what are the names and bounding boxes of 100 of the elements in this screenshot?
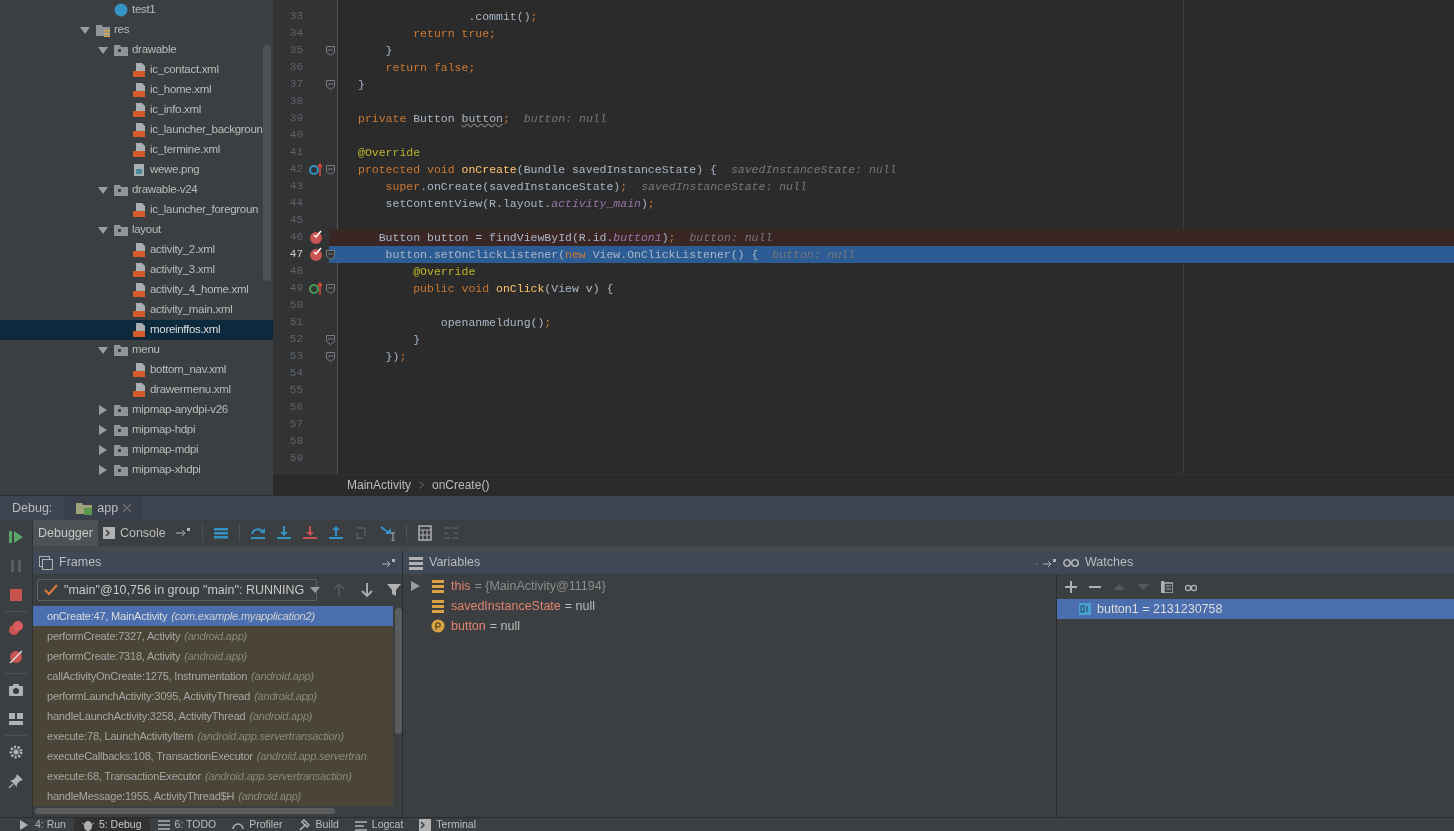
step-out-icon[interactable] bbox=[327, 525, 344, 541]
variable-entry[interactable]: savedInstanceState = null bbox=[451, 596, 596, 616]
fold-marker-icon[interactable] bbox=[326, 351, 335, 362]
tree-item[interactable]: ic_contact.xml bbox=[0, 60, 273, 80]
tree-item[interactable]: mipmap-anydpi-v26 bbox=[0, 400, 273, 420]
tree-item[interactable]: activity_main.xml bbox=[0, 300, 273, 320]
frame-row[interactable]: handleMessage:1955, ActivityThread$H (android.app) bbox=[33, 786, 393, 806]
tree-item[interactable]: activity_3.xml bbox=[0, 260, 273, 280]
calculator-icon[interactable] bbox=[416, 525, 433, 541]
pin-tab-icon[interactable] bbox=[1043, 557, 1057, 568]
tree-item[interactable]: wewe.png bbox=[0, 160, 273, 180]
fold-marker-icon[interactable] bbox=[326, 334, 335, 345]
variable-entry[interactable]: button = null bbox=[451, 616, 520, 636]
collapse-arrow-icon[interactable] bbox=[98, 45, 108, 55]
step-into-icon[interactable] bbox=[275, 525, 292, 541]
tool-window-tab[interactable]: Terminal bbox=[411, 818, 485, 831]
pin-icon[interactable] bbox=[8, 773, 24, 789]
frames-menu-icon[interactable] bbox=[212, 525, 229, 541]
tree-item[interactable]: drawable-v24 bbox=[0, 180, 273, 200]
expand-arrow-icon[interactable] bbox=[98, 405, 108, 415]
frame-row[interactable]: execute:68, TransactionExecutor (android.app.servertransaction) bbox=[33, 766, 393, 786]
tree-item[interactable]: layout bbox=[0, 220, 273, 240]
filter-icon[interactable] bbox=[387, 583, 401, 597]
mute-breakpoints-icon[interactable] bbox=[8, 649, 24, 665]
tree-item[interactable]: bottom_nav.xml bbox=[0, 360, 273, 380]
tree-item[interactable]: ic_termine.xml bbox=[0, 140, 273, 160]
camera-icon[interactable] bbox=[8, 682, 24, 698]
frame-row[interactable]: callActivityOnCreate:1275, Instrumentation (android.app) bbox=[33, 666, 393, 686]
frame-row[interactable]: performCreate:7318, Activity (android.app) bbox=[33, 646, 393, 666]
watch-row[interactable]: button1 = 2131230758 bbox=[1057, 599, 1454, 619]
close-icon[interactable] bbox=[123, 504, 132, 512]
view-breakpoints-icon[interactable] bbox=[8, 620, 24, 636]
tree-item[interactable]: drawermenu.xml bbox=[0, 380, 273, 400]
collapse-arrow-icon[interactable] bbox=[98, 345, 108, 355]
stop-icon[interactable] bbox=[8, 587, 24, 603]
scrollbar-thumb[interactable] bbox=[395, 608, 402, 734]
expand-arrow-icon[interactable] bbox=[98, 425, 108, 435]
frame-row[interactable]: execute:78, LaunchActivityItem (android.app.servertransaction) bbox=[33, 726, 393, 746]
tool-window-tab[interactable]: Logcat bbox=[346, 818, 412, 831]
fold-marker-icon[interactable] bbox=[326, 249, 335, 260]
tool-window-tab[interactable]: Build bbox=[290, 818, 347, 831]
breakpoint-icon[interactable] bbox=[309, 247, 323, 262]
frame-row[interactable]: executeCallbacks:108, TransactionExecutor (android.app.servertran bbox=[33, 746, 393, 766]
fold-marker-icon[interactable] bbox=[326, 164, 335, 175]
overrides-method-icon[interactable] bbox=[309, 162, 323, 177]
add-icon[interactable] bbox=[1065, 580, 1077, 593]
frame-row[interactable]: performCreate:7327, Activity (android.app) bbox=[33, 626, 393, 646]
tree-item[interactable]: mipmap-mdpi bbox=[0, 440, 273, 460]
arrow-down-icon[interactable] bbox=[361, 583, 373, 597]
fold-marker-icon[interactable] bbox=[326, 79, 335, 90]
code-line: Button button = findViewById(R.id.button1); bbox=[377, 229, 676, 246]
step-over-icon[interactable] bbox=[249, 525, 266, 541]
code-line: @Override bbox=[412, 263, 476, 280]
breakpoint-icon[interactable] bbox=[309, 230, 323, 245]
tree-item[interactable]: ic_home.xml bbox=[0, 80, 273, 100]
scrollbar-thumb[interactable] bbox=[35, 808, 335, 814]
tree-item[interactable]: drawable bbox=[0, 40, 273, 60]
expand-arrow-icon[interactable] bbox=[98, 445, 108, 455]
code-line: super.onCreate(savedInstanceState); bbox=[384, 178, 628, 195]
tree-item[interactable]: res bbox=[0, 20, 273, 40]
session-tab[interactable]: app bbox=[64, 496, 144, 520]
breadcrumb[interactable]: MainActivity bbox=[347, 475, 411, 494]
run-to-cursor-icon[interactable] bbox=[379, 525, 396, 541]
expand-arrow-icon[interactable] bbox=[411, 581, 420, 591]
force-step-into-icon[interactable] bbox=[301, 525, 318, 541]
tree-item[interactable]: activity_4_home.xml bbox=[0, 280, 273, 300]
tool-window-tab[interactable]: 6: TODO bbox=[149, 818, 225, 831]
fold-marker-icon[interactable] bbox=[326, 283, 335, 294]
tree-item[interactable]: ic_launcher_backgroun bbox=[0, 120, 273, 140]
expand-arrow-icon[interactable] bbox=[98, 465, 108, 475]
collapse-arrow-icon[interactable] bbox=[98, 225, 108, 235]
settings-icon[interactable] bbox=[8, 744, 24, 760]
tree-item[interactable]: mipmap-xhdpi bbox=[0, 460, 273, 480]
implements-method-icon[interactable] bbox=[309, 281, 323, 296]
tool-window-tab[interactable]: 5: Debug bbox=[73, 818, 150, 831]
folder-icon bbox=[114, 423, 128, 437]
pin-tab-icon[interactable] bbox=[382, 557, 396, 568]
breadcrumb[interactable]: onCreate() bbox=[432, 475, 490, 494]
fold-marker-icon[interactable] bbox=[326, 45, 335, 56]
collapse-arrow-icon[interactable] bbox=[80, 25, 90, 35]
tree-item[interactable]: test1 bbox=[0, 0, 273, 20]
collapse-arrow-icon[interactable] bbox=[98, 185, 108, 195]
frame-row[interactable]: performLaunchActivity:3095, ActivityThread (android.app) bbox=[33, 686, 393, 706]
tree-item[interactable]: menu bbox=[0, 340, 273, 360]
variable-entry[interactable]: this = {MainActivity@11194} bbox=[451, 576, 606, 596]
frame-row[interactable]: handleLaunchActivity:3258, ActivityThread (android.app) bbox=[33, 706, 393, 726]
thread-dropdown[interactable]: "main"@10,756 in group "main": RUNNING bbox=[37, 579, 317, 601]
layout-icon[interactable] bbox=[8, 711, 24, 727]
tool-tab[interactable]: Console bbox=[97, 520, 171, 546]
tool-window-tab[interactable]: Profiler bbox=[224, 818, 291, 831]
copy-icon[interactable] bbox=[1161, 580, 1173, 593]
tree-item[interactable]: ic_info.xml bbox=[0, 100, 273, 120]
frame-row[interactable]: onCreate:47, MainActivity (com.example.myapplication2) bbox=[33, 606, 393, 626]
resume-icon[interactable] bbox=[8, 529, 24, 545]
tree-item[interactable]: moreinffos.xml bbox=[0, 320, 273, 340]
tree-item[interactable]: mipmap-hdpi bbox=[0, 420, 273, 440]
tool-window-tab[interactable]: 4: Run bbox=[10, 818, 74, 831]
tree-item[interactable]: ic_launcher_foregroun bbox=[0, 200, 273, 220]
tool-tab[interactable]: Debugger bbox=[33, 520, 98, 546]
tree-item[interactable]: activity_2.xml bbox=[0, 240, 273, 260]
